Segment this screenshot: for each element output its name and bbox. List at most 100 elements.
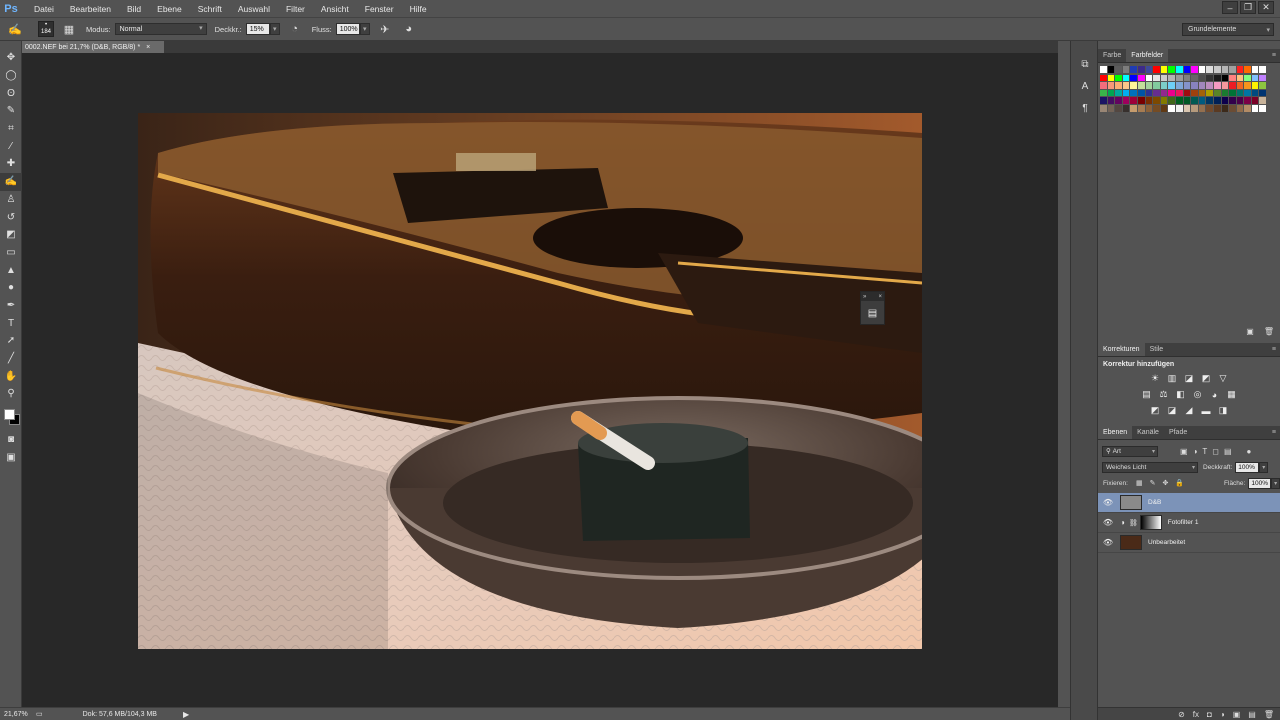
swatch[interactable] xyxy=(1206,74,1213,82)
shape-filter-icon[interactable]: ◻ xyxy=(1212,447,1219,456)
swatch[interactable] xyxy=(1145,104,1153,112)
panel-menu-icon[interactable]: ≡ xyxy=(1272,49,1280,62)
swatch[interactable] xyxy=(1221,89,1229,97)
zoom-level[interactable]: 21,67% xyxy=(4,711,30,718)
swatch[interactable] xyxy=(1160,89,1168,97)
swatch[interactable] xyxy=(1145,89,1153,97)
layer-thumbnail[interactable] xyxy=(1139,515,1162,530)
panel-menu-icon[interactable]: ≡ xyxy=(1272,426,1280,439)
adjustment-3-5-icon[interactable]: ◨ xyxy=(1218,405,1229,416)
delete-swatch-icon[interactable]: 🗑 xyxy=(1264,327,1274,336)
swatch[interactable] xyxy=(1137,66,1145,73)
swatch[interactable] xyxy=(1198,66,1206,73)
adjustment-1-3-icon[interactable]: ◪ xyxy=(1184,373,1195,384)
swatch[interactable] xyxy=(1130,104,1137,112)
lock-transparent-icon[interactable]: ▦ xyxy=(1136,479,1143,487)
collapse-icon[interactable]: » xyxy=(863,294,866,300)
layer-name[interactable]: D&B xyxy=(1148,499,1161,506)
swatch[interactable] xyxy=(1175,66,1183,73)
menu-bearbeiten[interactable]: Bearbeiten xyxy=(62,4,119,14)
character-panel-icon[interactable]: A xyxy=(1071,75,1099,97)
swatch[interactable] xyxy=(1229,74,1236,82)
layer-opacity-input[interactable]: 100% xyxy=(1235,461,1260,473)
swatch[interactable] xyxy=(1259,66,1267,73)
swatch[interactable] xyxy=(1213,97,1221,104)
close-button[interactable]: ✕ xyxy=(1258,1,1274,14)
quick-select-tool-icon[interactable]: ✎ xyxy=(0,102,22,120)
swatch[interactable] xyxy=(1229,66,1236,73)
tab-farbfelder[interactable]: Farbfelder xyxy=(1126,49,1169,62)
swatch[interactable] xyxy=(1100,66,1107,73)
tab-korrekturen[interactable]: Korrekturen xyxy=(1098,343,1145,356)
lock-pixels-icon[interactable]: ✎ xyxy=(1150,479,1156,487)
swatch[interactable] xyxy=(1122,74,1130,82)
gradient-tool-icon[interactable]: ▭ xyxy=(0,244,22,262)
swatch[interactable] xyxy=(1130,97,1137,104)
history-brush-tool-icon[interactable]: ↺ xyxy=(0,208,22,226)
brush-tool-preset-icon[interactable]: ✍ xyxy=(6,20,24,38)
swatch[interactable] xyxy=(1168,89,1175,97)
swatch[interactable] xyxy=(1206,89,1213,97)
swatch[interactable] xyxy=(1251,89,1259,97)
swatch[interactable] xyxy=(1145,97,1153,104)
swatch[interactable] xyxy=(1130,66,1137,73)
swatch[interactable] xyxy=(1221,66,1229,73)
adjustment-1-1-icon[interactable]: ☀ xyxy=(1150,373,1161,384)
adjustment-2-3-icon[interactable]: ◧ xyxy=(1175,389,1186,400)
link-icon[interactable]: ⛓ xyxy=(1129,519,1138,527)
adjustment-3-1-icon[interactable]: ◩ xyxy=(1150,405,1161,416)
swatch[interactable] xyxy=(1100,104,1107,112)
swatch[interactable] xyxy=(1175,104,1183,112)
blend-mode-select[interactable]: Weiches Licht xyxy=(1102,461,1198,473)
layer-thumbnail[interactable] xyxy=(1120,495,1142,510)
swatch[interactable] xyxy=(1229,82,1236,89)
swatch[interactable] xyxy=(1229,97,1236,104)
swatch[interactable] xyxy=(1183,89,1191,97)
swatch[interactable] xyxy=(1100,82,1107,89)
swatch[interactable] xyxy=(1183,97,1191,104)
swatch[interactable] xyxy=(1115,97,1122,104)
swatch[interactable] xyxy=(1122,104,1130,112)
swatch[interactable] xyxy=(1160,74,1168,82)
menu-schrift[interactable]: Schrift xyxy=(190,4,230,14)
swatch[interactable] xyxy=(1137,97,1145,104)
airbrush-icon[interactable]: ✈ xyxy=(376,20,394,38)
status-menu-arrow-icon[interactable]: ▶ xyxy=(183,710,189,719)
fx-icon[interactable]: fx xyxy=(1193,710,1199,719)
menu-filter[interactable]: Filter xyxy=(278,4,313,14)
adjustment-2-6-icon[interactable]: ▦ xyxy=(1226,389,1237,400)
swatch[interactable] xyxy=(1100,89,1107,97)
menu-auswahl[interactable]: Auswahl xyxy=(230,4,278,14)
opacity-dropdown[interactable]: ▾ xyxy=(269,23,280,35)
swatch[interactable] xyxy=(1153,104,1160,112)
healing-tool-icon[interactable]: ✚ xyxy=(0,155,22,173)
filter-toggle-icon[interactable]: ● xyxy=(1247,447,1252,456)
swatch[interactable] xyxy=(1206,66,1213,73)
swatch[interactable] xyxy=(1236,66,1244,73)
layer-filter-select[interactable]: ⚲ Art xyxy=(1102,445,1158,457)
swatch[interactable] xyxy=(1213,66,1221,73)
swatch[interactable] xyxy=(1130,89,1137,97)
pen-tool-icon[interactable]: ✒ xyxy=(0,297,22,315)
pressure-size-icon[interactable]: ◕ xyxy=(400,20,418,38)
swatch[interactable] xyxy=(1259,82,1267,89)
foreground-color-swatch[interactable] xyxy=(4,408,15,420)
swatch[interactable] xyxy=(1160,66,1168,73)
swatch[interactable] xyxy=(1221,74,1229,82)
swatch[interactable] xyxy=(1168,104,1175,112)
pressure-opacity-icon[interactable]: ◔ xyxy=(286,20,304,38)
swatch[interactable] xyxy=(1145,74,1153,82)
swatch[interactable] xyxy=(1130,82,1137,89)
hand-tool-icon[interactable]: ✋ xyxy=(0,367,22,385)
zoom-tool-icon[interactable]: ⚲ xyxy=(0,385,22,403)
swatch[interactable] xyxy=(1153,97,1160,104)
swatch[interactable] xyxy=(1145,66,1153,73)
swatch[interactable] xyxy=(1100,97,1107,104)
swatch[interactable] xyxy=(1221,82,1229,89)
swatch[interactable] xyxy=(1191,74,1198,82)
swatch[interactable] xyxy=(1107,66,1115,73)
swatch[interactable] xyxy=(1160,97,1168,104)
floating-mini-panel[interactable]: » × ▤ xyxy=(860,291,885,325)
swatch[interactable] xyxy=(1259,74,1267,82)
paragraph-panel-icon[interactable]: ¶ xyxy=(1071,97,1099,119)
